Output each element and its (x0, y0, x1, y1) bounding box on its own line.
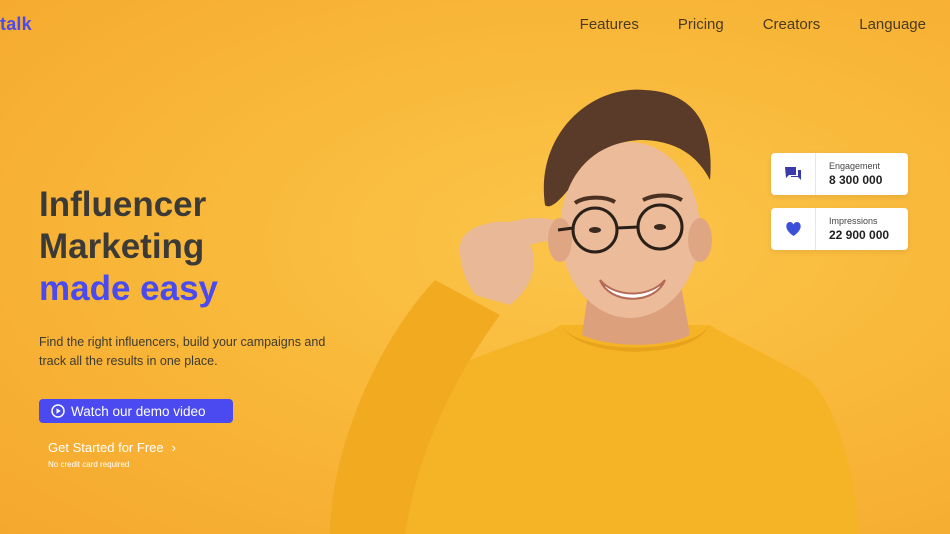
stat-value: 22 900 000 (829, 228, 890, 242)
stat-label: Impressions (829, 216, 878, 226)
cta-note: No credit card required (48, 460, 130, 469)
nav-item-features[interactable]: Features (580, 16, 639, 33)
nav-item-language[interactable]: Language (859, 16, 926, 33)
nav-item-pricing[interactable]: Pricing (678, 16, 724, 33)
stat-card-impressions: Impressions 22 900 000 (771, 208, 908, 250)
hero-description: Find the right influencers, build your c… (39, 335, 326, 368)
hero-title-accent: made easy (39, 269, 219, 308)
watch-demo-label: Watch our demo video (71, 403, 206, 419)
play-icon (51, 404, 65, 418)
heart-icon (771, 208, 816, 250)
chat-icon (771, 153, 816, 195)
nav-item-creators[interactable]: Creators (763, 16, 821, 33)
chevron-right-icon: › (171, 440, 176, 455)
stat-card-engagement: Engagement 8 300 000 (771, 153, 908, 195)
watch-demo-button[interactable]: Watch our demo video (39, 399, 233, 423)
stat-value: 8 300 000 (829, 173, 883, 187)
get-started-label: Get Started for Free (48, 440, 164, 455)
stat-label: Engagement (829, 161, 881, 171)
hero-title-line1: Influencer (39, 185, 207, 224)
hero-title-line2: Marketing (39, 227, 205, 266)
hero-title: Influencer Marketing made easy (39, 184, 218, 310)
brand-logo[interactable]: talk (0, 14, 32, 35)
get-started-link[interactable]: Get Started for Free › (48, 440, 176, 455)
hero-person-image (330, 89, 860, 534)
main-nav: Features Pricing Creators Language (580, 16, 926, 33)
